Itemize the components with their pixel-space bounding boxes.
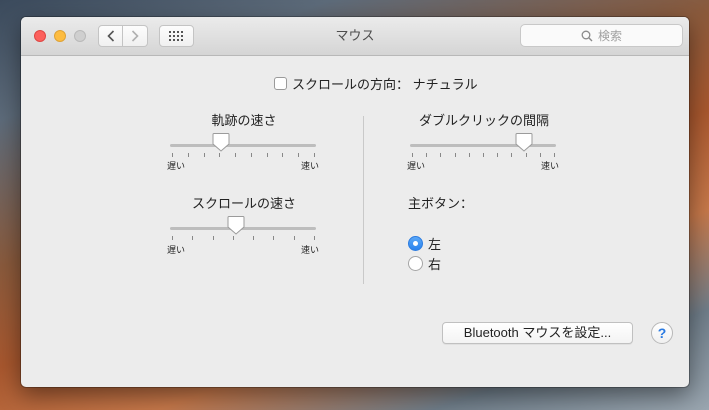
preferences-window: マウス 検索 スクロールの方向： ナチュラル 軌跡の速さ 遅い 速い スクロール…: [21, 17, 689, 387]
slider-tick: [172, 236, 173, 240]
slider-tick: [273, 236, 275, 240]
slider-tick: [203, 153, 205, 157]
double-click-title: ダブルクリックの間隔: [418, 113, 549, 128]
slider-tick: [235, 153, 237, 157]
slider-track[interactable]: [170, 144, 316, 147]
radio-left[interactable]: [408, 235, 423, 251]
slider-tick: [525, 153, 527, 157]
minimize-button[interactable]: [54, 30, 66, 42]
bluetooth-mouse-setup-button[interactable]: Bluetooth マウスを設定...: [442, 322, 633, 344]
slider-track[interactable]: [410, 144, 556, 147]
slider-tick: [412, 153, 413, 157]
slider-tick: [266, 153, 268, 157]
double-click-min-label: 遅い: [407, 161, 426, 171]
scroll-direction-option[interactable]: スクロールの方向： ナチュラル: [274, 75, 478, 92]
slider-tick: [298, 153, 300, 157]
zoom-button[interactable]: [74, 30, 86, 42]
scroll-speed-min-label: 遅い: [167, 245, 186, 255]
slider-tick: [468, 153, 470, 157]
chevron-left-icon: [106, 30, 114, 42]
primary-button-title: 主ボタン：: [408, 196, 474, 211]
tracking-speed-max-label: 速い: [301, 161, 320, 171]
radio-left-label: 左: [428, 236, 442, 252]
help-button[interactable]: ?: [651, 322, 673, 344]
tracking-speed-min-label: 遅い: [167, 161, 186, 171]
slider-tick: [253, 236, 255, 240]
search-field[interactable]: 検索: [520, 24, 683, 47]
primary-button-left-option[interactable]: 左: [408, 235, 442, 252]
radio-right-label: 右: [428, 256, 442, 272]
slider-tick: [426, 153, 428, 157]
scroll-direction-label: スクロールの方向： ナチュラル: [292, 76, 478, 92]
slider-tick: [232, 236, 234, 240]
search-placeholder: 検索: [597, 29, 622, 43]
back-button[interactable]: [98, 25, 123, 47]
slider-tick: [172, 153, 173, 157]
column-divider: [363, 116, 364, 284]
radio-right[interactable]: [408, 255, 423, 271]
slider-tick: [454, 153, 456, 157]
double-click-max-label: 速い: [541, 161, 560, 171]
slider-tick: [483, 153, 484, 157]
grid-icon: [168, 31, 183, 41]
slider-tick: [250, 153, 252, 157]
slider-knob[interactable]: [515, 132, 533, 152]
content-area: スクロールの方向： ナチュラル 軌跡の速さ 遅い 速い スクロールの速さ 遅い …: [21, 56, 689, 387]
scroll-speed-max-label: 速い: [301, 245, 320, 255]
close-button[interactable]: [34, 30, 46, 42]
slider-tick: [554, 153, 555, 157]
chevron-right-icon: [131, 30, 139, 42]
slider-tick: [212, 236, 214, 240]
slider-tick: [511, 153, 513, 157]
slider-tick: [539, 153, 541, 157]
slider-knob[interactable]: [227, 215, 245, 235]
forward-button[interactable]: [123, 25, 148, 47]
slider-tick: [440, 153, 442, 157]
slider-tick: [282, 153, 284, 157]
slider-tick: [497, 153, 499, 157]
primary-button-right-option[interactable]: 右: [408, 255, 442, 272]
slider-tick: [314, 236, 315, 240]
slider-tick: [187, 153, 189, 157]
slider-tick: [293, 236, 295, 240]
slider-knob[interactable]: [212, 132, 230, 152]
scroll-speed-slider[interactable]: [170, 215, 320, 251]
titlebar: マウス 検索: [21, 17, 689, 56]
show-all-button[interactable]: [159, 25, 194, 47]
slider-tick: [219, 153, 221, 157]
tracking-speed-slider[interactable]: [170, 132, 320, 168]
slider-tick: [314, 153, 315, 157]
scroll-direction-checkbox[interactable]: [274, 76, 287, 90]
search-icon: [581, 30, 593, 41]
tracking-speed-title: 軌跡の速さ: [211, 113, 277, 128]
scroll-speed-title: スクロールの速さ: [191, 196, 296, 211]
double-click-speed-slider[interactable]: [410, 132, 560, 168]
slider-tick: [192, 236, 194, 240]
